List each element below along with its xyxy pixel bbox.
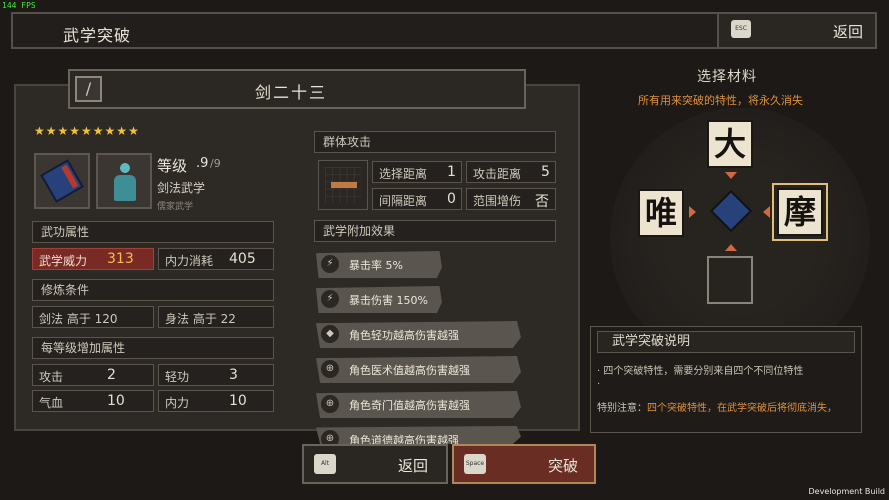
character-slot [96, 153, 152, 209]
breakthrough-description: 武学突破说明 · 四个突破特性，需要分别来自四个不同位特性 · 特别注意：四个突… [590, 326, 862, 433]
material-slot-right[interactable]: 摩 [772, 183, 828, 241]
back-button-label: 返回 [398, 457, 429, 475]
space-key-icon: Space [464, 454, 486, 474]
top-bar: 武学突破 ESC 返回 [11, 12, 877, 49]
stat-power: 武学威力 313 [32, 248, 154, 270]
requirement-agility: 身法 高于 22 [158, 306, 274, 328]
skill-name: 剑二十三 [255, 83, 328, 102]
material-slot-left[interactable]: 唯 [638, 189, 684, 237]
range-interval: 间隔距离 0 [372, 188, 462, 210]
materials-title: 选择材料 [697, 69, 757, 85]
sword-icon: / [75, 76, 102, 102]
per-level-qinggong: 轻功 3 [158, 364, 274, 386]
range-grid-icon [318, 160, 368, 210]
alt-key-icon: Alt [314, 454, 336, 474]
back-button-top[interactable]: ESC 返回 [717, 14, 875, 47]
level-label: 等级 [157, 157, 188, 175]
per-level-attack: 攻击 2 [32, 364, 154, 386]
section-extra-effects: 武学附加效果 [314, 220, 556, 242]
per-level-hp: 气血 10 [32, 390, 154, 412]
dev-build-label: Development Build [808, 487, 885, 496]
character-figure-icon [114, 163, 136, 201]
per-level-mp: 内力 10 [158, 390, 274, 412]
range-attack: 攻击距离 5 [466, 161, 556, 183]
skill-sect: 儒家武学 [157, 202, 194, 212]
level-value: .9 [196, 156, 209, 171]
effect-item: ⊕ 角色道德越高伤害越强 [316, 426, 521, 444]
range-damage-bonus: 范围增伤 否 [466, 188, 556, 210]
back-button[interactable]: Alt 返回 [302, 444, 448, 484]
breakthrough-button-label: 突破 [548, 457, 579, 475]
skill-type: 剑法武学 [157, 181, 206, 195]
material-slot-bottom[interactable] [707, 256, 753, 304]
back-label: 返回 [832, 23, 863, 41]
section-attributes: 武功属性 [32, 221, 274, 243]
fps-counter: 144 FPS [2, 1, 36, 10]
arrow-up-icon [725, 244, 737, 251]
book-icon [40, 159, 84, 203]
description-title: 武学突破说明 [597, 331, 855, 353]
section-requirements: 修炼条件 [32, 279, 274, 301]
effect-item: ⚡ 暴击伤害 150% [316, 286, 442, 313]
skill-book-slot [34, 153, 90, 209]
materials-warning: 所有用来突破的特性，将永久消失 [638, 94, 803, 107]
medicine-icon: ⊕ [321, 360, 339, 378]
lightning-icon: ⚡ [321, 255, 339, 273]
page-title: 武学突破 [63, 26, 132, 45]
arrow-left-icon [763, 206, 770, 218]
effect-item: ◆ 角色轻功越高伤害越强 [316, 321, 521, 348]
section-group-attack: 群体攻击 [314, 131, 556, 153]
range-select: 选择距离 1 [372, 161, 462, 183]
effect-item: ⊕ 角色医术值越高伤害越强 [316, 356, 521, 383]
stat-mp-cost: 内力消耗 405 [158, 248, 274, 270]
lightning-icon: ⚡ [321, 290, 339, 308]
effect-item: ⊕ 角色奇门值越高伤害越强 [316, 391, 521, 418]
skill-title-bar: / 剑二十三 [68, 69, 526, 109]
description-line: · 四个突破特性，需要分别来自四个不同位特性 [597, 366, 804, 377]
description-warning-line: 特别注意：四个突破特性，在武学突破后将彻底消失， [597, 403, 837, 414]
arrow-right-icon [689, 206, 696, 218]
star-rating: ★★★★★★★★★ [34, 124, 140, 138]
section-per-level: 每等级增加属性 [32, 337, 274, 359]
description-line: · [597, 379, 601, 390]
level-max: /9 [210, 157, 221, 170]
breakthrough-button[interactable]: Space 突破 [452, 444, 596, 484]
boot-icon: ◆ [321, 325, 339, 343]
arrow-down-icon [725, 172, 737, 179]
material-slot-top[interactable]: 大 [707, 120, 753, 168]
esc-key-icon: ESC [731, 20, 751, 38]
effect-item: ⚡ 暴击率 5% [316, 251, 442, 278]
requirement-sword: 剑法 高于 120 [32, 306, 154, 328]
qimen-icon: ⊕ [321, 395, 339, 413]
